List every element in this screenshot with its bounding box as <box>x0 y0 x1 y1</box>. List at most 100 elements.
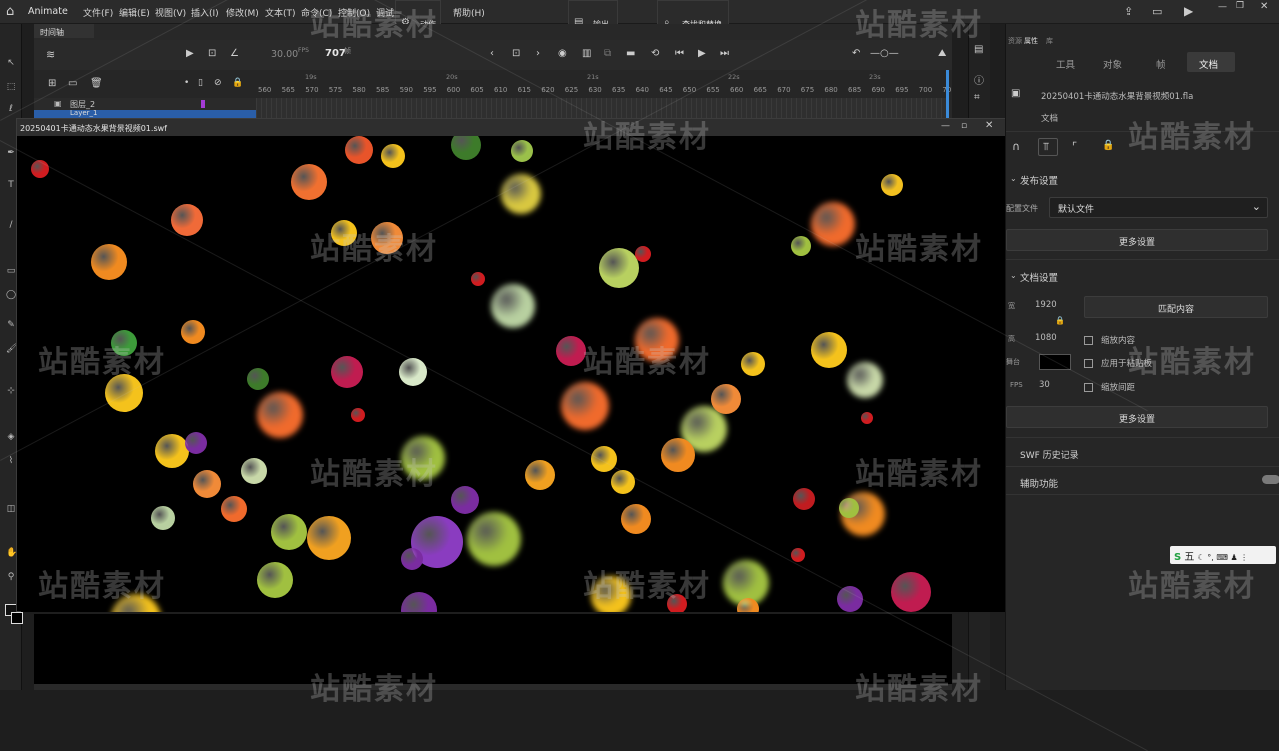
tab-tool[interactable]: 工具 <box>1056 57 1075 71</box>
test-movie-icon[interactable]: ▶ <box>1184 4 1193 18</box>
align-button[interactable]: ⫪ <box>1038 138 1058 156</box>
undo-icon[interactable]: ↶ <box>852 48 860 59</box>
chevron-down-icon[interactable]: ⌄ <box>1010 174 1017 183</box>
menu-help[interactable]: 帮助(H) <box>453 6 485 19</box>
fill-color-swatch[interactable] <box>11 612 23 624</box>
mountain-icon[interactable]: ⛰ <box>938 48 946 59</box>
menu-edit[interactable]: 编辑(E) <box>119 6 150 19</box>
tab-frame[interactable]: 帧 <box>1156 57 1166 71</box>
layer-name[interactable]: Layer_1 <box>70 109 97 117</box>
workspace-icon[interactable]: ▭ <box>1152 5 1162 18</box>
onion-skin-icon[interactable]: ◉ <box>558 48 567 59</box>
more-settings-button-2[interactable]: 更多设置 <box>1006 406 1268 428</box>
width-value[interactable]: 1920 <box>1035 300 1057 310</box>
eraser-tool-icon[interactable]: ◫ <box>6 504 16 514</box>
accessibility-toggle[interactable] <box>1262 475 1279 484</box>
hand-tool-icon[interactable]: ✋ <box>6 548 17 558</box>
zoom-slider[interactable]: —○— <box>870 48 899 59</box>
apply-pasteboard-checkbox[interactable] <box>1084 359 1093 368</box>
window-minimize-icon[interactable]: — <box>941 121 950 131</box>
lock-stage-icon[interactable]: 🔒 <box>1102 140 1114 151</box>
pencil-tool-icon[interactable]: ✎ <box>6 320 16 330</box>
layers-icon[interactable]: ≋ <box>46 48 55 61</box>
fps-input[interactable]: 30 <box>1039 380 1050 390</box>
paint-bucket-icon[interactable]: ◈ <box>6 432 16 442</box>
loop-icon[interactable]: ⟲ <box>651 48 659 59</box>
match-contents-button[interactable]: 匹配内容 <box>1084 296 1268 318</box>
horizontal-scrollbar[interactable] <box>34 684 952 690</box>
corner-icon[interactable]: ⌜ <box>1072 140 1077 153</box>
tab-object[interactable]: 对象 <box>1103 57 1122 71</box>
share-icon[interactable]: ⇪ <box>1124 5 1133 18</box>
dock-icon-1[interactable]: ▤ <box>974 44 983 55</box>
subselect-tool-icon[interactable]: ⬚ <box>6 82 16 92</box>
menu-debug[interactable]: 调试 <box>376 6 394 19</box>
height-value[interactable]: 1080 <box>1035 333 1057 343</box>
ime-tools-icon[interactable]: ☾ °, ⌨ ♟ ⋮ <box>1198 553 1249 562</box>
more-settings-button[interactable]: 更多设置 <box>1006 229 1268 251</box>
selection-tool-icon[interactable]: ↖ <box>6 58 16 68</box>
add-marker-icon[interactable]: ⊡ <box>512 48 520 59</box>
lock-icon[interactable]: 🔒 <box>232 78 243 88</box>
edit-multiple-icon[interactable]: ▥ <box>582 48 591 59</box>
tab-assets[interactable]: 资源 <box>1008 36 1022 46</box>
profile-select[interactable]: 默认文件 ⌄ <box>1049 197 1268 218</box>
stage-color-swatch[interactable] <box>1039 354 1071 370</box>
first-frame-icon[interactable]: ⏮ <box>675 48 684 59</box>
prev-marker-icon[interactable]: ‹ <box>490 48 494 59</box>
swf-window-title-bar[interactable]: 20250401卡通动态水果背景视频01.swf — ▫ ✕ <box>17 119 1006 136</box>
menu-view[interactable]: 视图(V) <box>155 6 186 19</box>
home-icon[interactable]: ⌂ <box>6 4 14 19</box>
eyedropper-icon[interactable]: ⌇ <box>6 456 16 466</box>
camera-icon[interactable]: ▶ <box>186 48 194 59</box>
text-tool-icon[interactable]: T <box>6 180 16 190</box>
restore-icon[interactable]: ❐ <box>1236 1 1244 11</box>
visibility-icon[interactable]: ⊘ <box>214 78 222 88</box>
next-marker-icon[interactable]: › <box>536 48 540 59</box>
tween-icon[interactable]: ▬ <box>626 48 635 59</box>
scale-content-checkbox[interactable] <box>1084 336 1093 345</box>
play-icon[interactable]: ▶ <box>698 48 706 59</box>
lasso-tool-icon[interactable]: ℓ <box>6 104 16 114</box>
tab-timeline[interactable]: 时间轴 <box>34 24 94 38</box>
last-frame-icon[interactable]: ⏭ <box>720 48 729 59</box>
info-icon[interactable]: ⓘ <box>974 72 984 87</box>
graph-icon[interactable]: ∠ <box>230 48 239 59</box>
center-frame-icon[interactable]: ⧉ <box>604 48 611 59</box>
layer-depth-icon[interactable]: ⊡ <box>208 48 216 59</box>
layer-row[interactable]: Layer_1 <box>34 109 256 118</box>
minimize-icon[interactable]: — <box>1218 2 1227 12</box>
fps-value[interactable]: 30.00 <box>271 49 298 60</box>
ime-mode[interactable]: 五 <box>1184 552 1194 563</box>
tab-document[interactable]: 文档 <box>1199 57 1218 71</box>
scale-spacing-checkbox[interactable] <box>1084 383 1093 392</box>
zoom-tool-icon[interactable]: ⚲ <box>6 572 16 582</box>
delete-layer-icon[interactable]: 🗑 <box>90 78 103 89</box>
highlight-icon[interactable]: • <box>184 78 189 88</box>
tab-properties[interactable]: 属性 <box>1024 36 1038 46</box>
link-icon[interactable]: 🔒 <box>1055 316 1065 325</box>
rect-tool-icon[interactable]: ▭ <box>6 266 16 276</box>
ime-toolbar[interactable]: S 五 ☾ °, ⌨ ♟ ⋮ <box>1170 546 1276 564</box>
menu-modify[interactable]: 修改(M) <box>226 6 259 19</box>
window-close-icon[interactable]: ✕ <box>985 120 993 131</box>
document-settings-heading[interactable]: 文档设置 <box>1020 270 1058 284</box>
new-folder-icon[interactable]: ▭ <box>68 78 77 89</box>
playhead[interactable] <box>946 70 949 118</box>
transform-icon[interactable]: ⌗ <box>974 92 980 103</box>
frame-cells[interactable] <box>256 98 948 118</box>
layer-row[interactable]: ▣ 图层_2 <box>34 98 256 110</box>
window-maximize-icon[interactable]: ▫ <box>961 121 967 131</box>
outline-icon[interactable]: ▯ <box>198 78 203 88</box>
pen-tool-icon[interactable]: ✒ <box>6 148 16 158</box>
timeline-ruler[interactable]: 560 565 570 575 580 585 590 595 600 605 610 615 620 6… <box>256 70 952 100</box>
accessibility-heading[interactable]: 辅助功能 <box>1020 476 1058 490</box>
menu-control[interactable]: 控制(O) <box>338 6 370 19</box>
chevron-down-icon[interactable]: ⌄ <box>1010 271 1017 280</box>
current-frame[interactable]: 707 <box>325 48 346 59</box>
menu-file[interactable]: 文件(F) <box>83 6 113 19</box>
menu-commands[interactable]: 命令(C) <box>301 6 332 19</box>
swf-history-heading[interactable]: SWF 历史记录 <box>1020 448 1079 461</box>
menu-text[interactable]: 文本(T) <box>265 6 296 19</box>
brush-tool-icon[interactable]: 🖌 <box>6 344 17 354</box>
